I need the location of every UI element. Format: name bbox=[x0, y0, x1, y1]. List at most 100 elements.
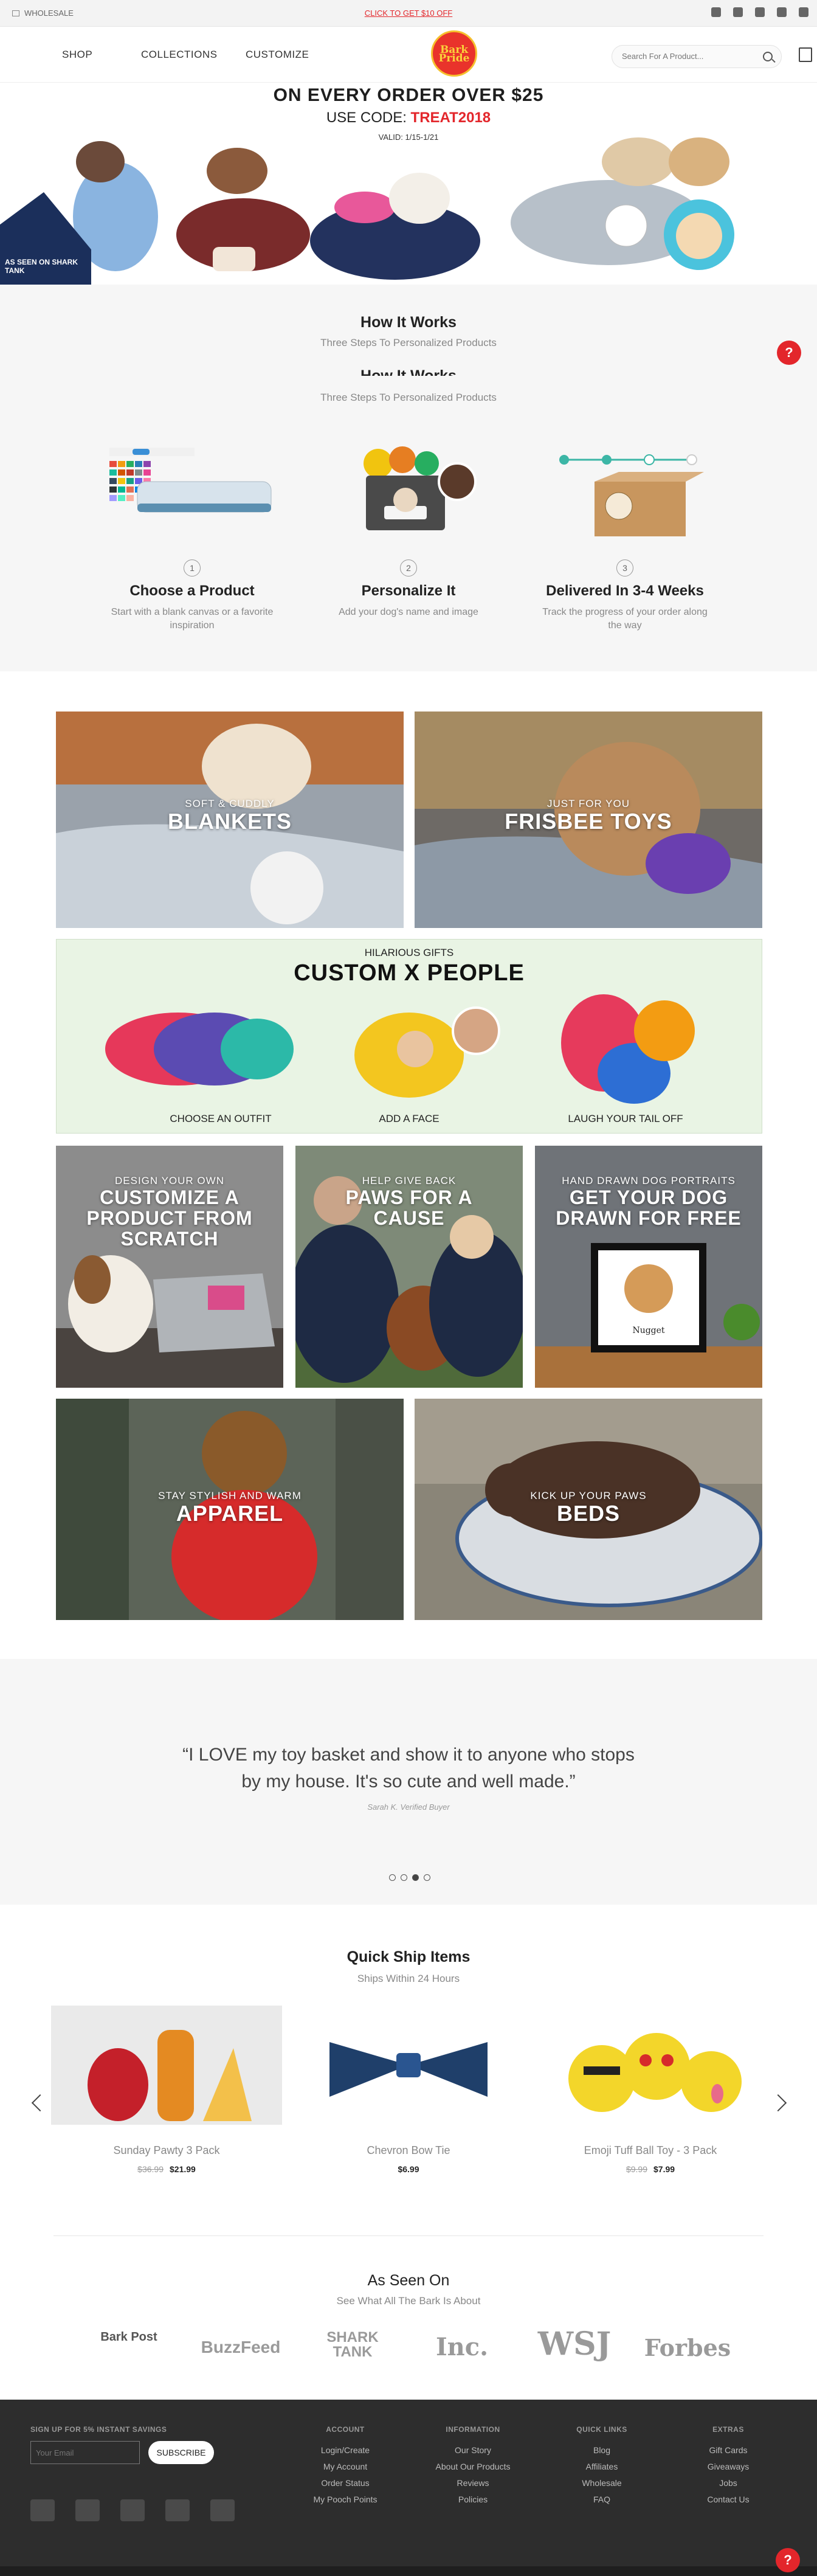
footer-column-quick-links: QUICK LINKS Blog Affiliates Wholesale FA… bbox=[553, 2425, 650, 2508]
facebook-icon[interactable] bbox=[711, 7, 721, 17]
tile-kicker: KICK UP YOUR PAWS bbox=[530, 1490, 647, 1501]
twitter-icon[interactable] bbox=[75, 2499, 100, 2521]
quick-ship-title: Quick Ship Items bbox=[346, 1948, 471, 1965]
search-box bbox=[612, 45, 782, 68]
forbes-logo: Forbes bbox=[644, 2334, 731, 2361]
nav-collections[interactable]: COLLECTIONS bbox=[141, 49, 217, 61]
carousel-dot[interactable] bbox=[401, 1874, 407, 1881]
how-title: How It Works bbox=[360, 314, 457, 331]
instagram-icon[interactable] bbox=[755, 7, 765, 17]
footer-link[interactable]: Blog bbox=[553, 2442, 650, 2459]
fabric-swatches-illustration bbox=[109, 448, 272, 513]
site-footer: SIGN UP FOR 5% INSTANT SAVINGS SUBSCRIBE… bbox=[0, 2400, 817, 2576]
logo[interactable]: Bark Pride bbox=[431, 30, 477, 77]
footer-link[interactable]: Wholesale bbox=[553, 2475, 650, 2491]
product-card[interactable]: Chevron Bow Tie $6.99 bbox=[293, 2006, 524, 2174]
tile-dog-portrait[interactable]: HAND DRAWN DOG PORTRAITS GET YOUR DOG DR… bbox=[535, 1146, 762, 1388]
pinterest-icon[interactable] bbox=[777, 7, 787, 17]
custom-step-face: ADD A FACE bbox=[379, 1113, 440, 1124]
pinterest-icon[interactable] bbox=[165, 2499, 190, 2521]
carousel-prev-arrow[interactable] bbox=[31, 2094, 49, 2112]
search-input[interactable] bbox=[622, 52, 743, 61]
section-divider bbox=[53, 2235, 764, 2236]
custom-step-laugh: LAUGH YOUR TAIL OFF bbox=[568, 1113, 683, 1124]
footer-link[interactable]: Order Status bbox=[297, 2475, 394, 2491]
product-card[interactable]: Emoji Tuff Ball Toy - 3 Pack $9.99 $7.99 bbox=[535, 2006, 766, 2174]
footer-link[interactable]: Contact Us bbox=[680, 2491, 777, 2508]
promo-link[interactable]: CLICK TO GET $10 OFF bbox=[0, 9, 817, 18]
product-image bbox=[51, 2006, 282, 2125]
tile-beds[interactable]: KICK UP YOUR PAWS BEDS bbox=[415, 1399, 762, 1620]
twitter-icon[interactable] bbox=[733, 7, 743, 17]
product-name: Emoji Tuff Ball Toy - 3 Pack bbox=[584, 2144, 717, 2156]
as-seen-on-title: As Seen On bbox=[367, 2272, 450, 2289]
nav-customize[interactable]: CUSTOMIZE bbox=[246, 49, 309, 61]
hero-banner[interactable]: ON EVERY ORDER OVER $25 USE CODE: TREAT2… bbox=[0, 83, 817, 285]
youtube-icon[interactable] bbox=[210, 2499, 235, 2521]
footer-link[interactable]: Our Story bbox=[424, 2442, 522, 2459]
tile-kicker: DESIGN YOUR OWN bbox=[115, 1175, 224, 1186]
tile-kicker: SOFT & CUDDLY bbox=[185, 798, 275, 809]
help-button-footer[interactable]: ? bbox=[776, 2548, 800, 2572]
facebook-icon[interactable] bbox=[30, 2499, 55, 2521]
tile-blankets[interactable]: SOFT & CUDDLY BLANKETS bbox=[56, 712, 404, 928]
footer-link[interactable]: Login/Create bbox=[297, 2442, 394, 2459]
social-links bbox=[711, 7, 808, 17]
tile-frisbee[interactable]: JUST FOR YOU FRISBEE TOYS bbox=[415, 712, 762, 928]
step-number: 1 bbox=[184, 559, 201, 576]
tile-paws-for-cause[interactable]: HELP GIVE BACK PAWS FOR A CAUSE bbox=[295, 1146, 523, 1388]
youtube-icon[interactable] bbox=[799, 7, 808, 17]
footer-bottom-bar bbox=[0, 2566, 817, 2576]
footer-link[interactable]: Giveaways bbox=[680, 2459, 777, 2475]
tile-title: APPAREL bbox=[176, 1501, 284, 1526]
tile-caption: SOFT & CUDDLY BLANKETS bbox=[56, 798, 404, 833]
carousel-dot[interactable] bbox=[389, 1874, 396, 1881]
tile-title: CUSTOMIZE A PRODUCT FROM SCRATCH bbox=[86, 1186, 253, 1250]
tile-title: BEDS bbox=[556, 1501, 621, 1526]
product-sale-price: $7.99 bbox=[653, 2164, 675, 2174]
carousel-next-arrow[interactable] bbox=[769, 2094, 787, 2112]
subscribe-button[interactable]: SUBSCRIBE bbox=[148, 2441, 214, 2464]
search-icon[interactable] bbox=[763, 52, 773, 61]
product-image bbox=[535, 2006, 766, 2125]
footer-link[interactable]: Policies bbox=[424, 2491, 522, 2508]
footer-link[interactable]: Gift Cards bbox=[680, 2442, 777, 2459]
tile-apparel[interactable]: STAY STYLISH AND WARM APPAREL bbox=[56, 1399, 404, 1620]
instagram-icon[interactable] bbox=[120, 2499, 145, 2521]
product-sale-price: $6.99 bbox=[398, 2164, 419, 2174]
help-button[interactable]: ? bbox=[777, 341, 801, 365]
tile-caption: KICK UP YOUR PAWS BEDS bbox=[415, 1490, 762, 1525]
email-field[interactable] bbox=[30, 2441, 140, 2464]
testimonial-section: “I LOVE my toy basket and show it to any… bbox=[0, 1659, 817, 1905]
signup-label: SIGN UP FOR 5% INSTANT SAVINGS bbox=[30, 2425, 167, 2434]
carousel-dot-active[interactable] bbox=[412, 1874, 419, 1881]
step-personalize-image bbox=[311, 445, 506, 555]
footer-heading: ACCOUNT bbox=[326, 2425, 365, 2434]
footer-column-extras: EXTRAS Gift Cards Giveaways Jobs Contact… bbox=[680, 2425, 777, 2508]
tile-kicker: JUST FOR YOU bbox=[546, 798, 630, 809]
tile-customize[interactable]: DESIGN YOUR OWN CUSTOMIZE A PRODUCT FROM… bbox=[56, 1146, 283, 1388]
portrait-name: Nugget bbox=[632, 1326, 665, 1335]
tile-title: BLANKETS bbox=[168, 809, 292, 834]
footer-link[interactable]: Jobs bbox=[680, 2475, 777, 2491]
bow-tie-image bbox=[329, 2042, 488, 2097]
footer-link[interactable]: FAQ bbox=[553, 2491, 650, 2508]
footer-link[interactable]: Reviews bbox=[424, 2475, 522, 2491]
footer-social bbox=[30, 2499, 235, 2521]
tile-title: PAWS FOR A CAUSE bbox=[345, 1186, 473, 1229]
x-people-toys-illustration bbox=[105, 994, 695, 1104]
logo-text: Bark Pride bbox=[438, 44, 470, 64]
carousel-dot[interactable] bbox=[424, 1874, 430, 1881]
testimonial-quote: “I LOVE my toy basket and show it to any… bbox=[182, 1745, 635, 1792]
nav-shop[interactable]: SHOP bbox=[62, 49, 92, 61]
footer-link[interactable]: About Our Products bbox=[424, 2459, 522, 2475]
gift-icon[interactable] bbox=[799, 47, 812, 62]
footer-heading: INFORMATION bbox=[446, 2425, 500, 2434]
footer-link[interactable]: Affiliates bbox=[553, 2459, 650, 2475]
footer-link[interactable]: My Pooch Points bbox=[297, 2491, 394, 2508]
product-card[interactable]: Sunday Pawty 3 Pack $36.99 $21.99 bbox=[51, 2006, 282, 2174]
step-delivered-image bbox=[528, 445, 722, 555]
tile-custom-x-people[interactable]: HILARIOUS GIFTS CUSTOM X PEOPLE CHOOSE A… bbox=[56, 939, 762, 1134]
footer-link[interactable]: My Account bbox=[297, 2459, 394, 2475]
toy-basket-illustration bbox=[364, 446, 477, 530]
